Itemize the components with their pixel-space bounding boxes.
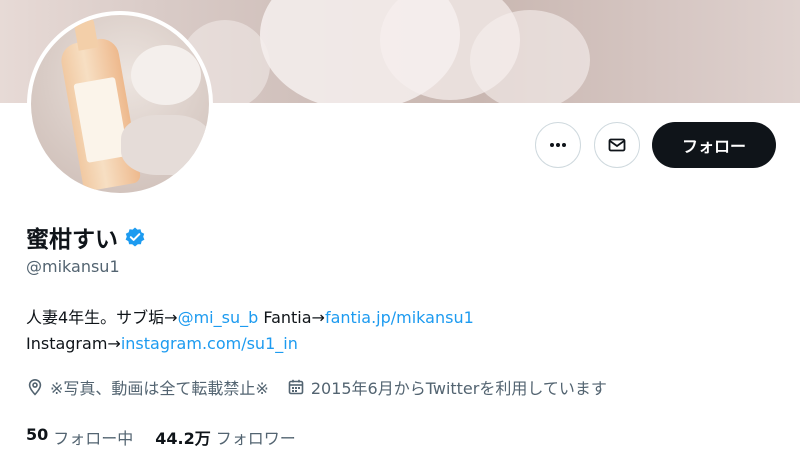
avatar-image [31,15,209,193]
followers-label: フォロワー [215,429,296,448]
envelope-icon [608,138,626,152]
followers-count: 44.2万 [155,429,211,448]
more-icon [550,143,566,147]
following-label: フォロー中 [53,429,134,448]
profile-bio: 人妻4年生。サブ垢→@mi_su_b Fantia→fantia.jp/mika… [26,305,766,357]
message-button[interactable] [594,122,640,168]
verified-badge-icon[interactable] [124,226,146,248]
display-name: 蜜柑すい [26,227,118,253]
bio-text: Instagram→ [26,334,121,353]
location-text: ※写真、動画は全て転載禁止※ [50,379,269,398]
calendar-icon [288,379,304,395]
profile-name-row: 蜜柑すい [26,220,146,254]
profile-handle: @mikansu1 [26,257,120,276]
bio-line-1: 人妻4年生。サブ垢→@mi_su_b Fantia→fantia.jp/mika… [26,305,766,331]
joined-text: 2015年6月からTwitterを利用しています [310,379,607,398]
bio-text: Fantia→ [258,308,325,327]
follow-button[interactable]: フォロー [652,122,776,168]
profile-meta: ※写真、動画は全て転載禁止※ 2015年6月からTwitterを利用しています [26,375,625,399]
profile-stats: 50 フォロー中 44.2万 フォロワー [26,425,318,449]
location-item: ※写真、動画は全て転載禁止※ [26,375,269,399]
avatar[interactable] [27,11,213,197]
location-pin-icon [28,378,42,396]
following-stat[interactable]: 50 フォロー中 [26,425,133,449]
bio-line-2: Instagram→instagram.com/su1_in [26,331,766,357]
bio-link-subaccount[interactable]: @mi_su_b [178,308,259,327]
bio-link-instagram[interactable]: instagram.com/su1_in [121,334,298,353]
joined-item: 2015年6月からTwitterを利用しています [287,375,607,399]
bio-text: 人妻4年生。サブ垢→ [26,308,178,327]
bio-link-fantia[interactable]: fantia.jp/mikansu1 [325,308,474,327]
more-button[interactable] [535,122,581,168]
followers-stat[interactable]: 44.2万 フォロワー [155,425,296,449]
following-count: 50 [26,425,49,444]
